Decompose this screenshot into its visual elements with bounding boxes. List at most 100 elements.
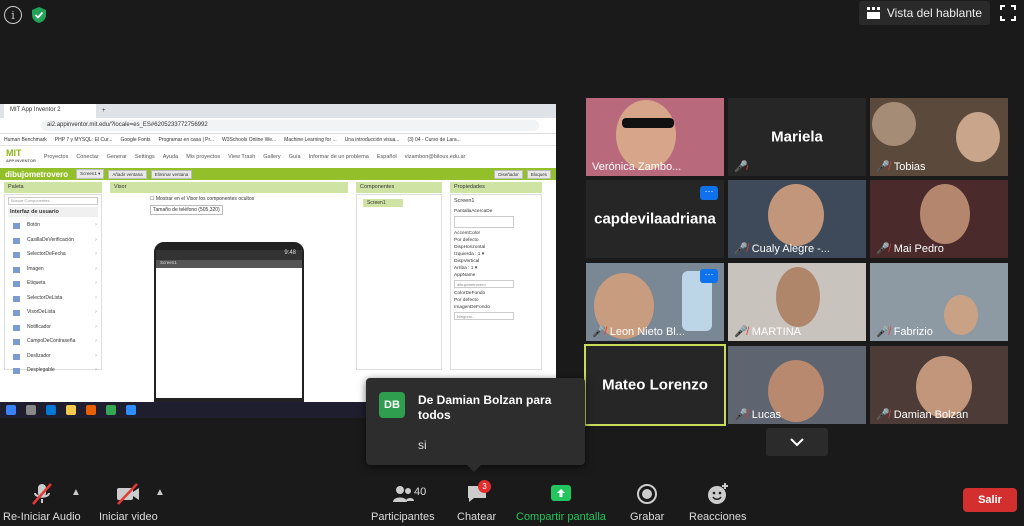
participants-label: Participantes	[371, 511, 435, 523]
share-screen-button[interactable]: Compartir pantalla	[516, 482, 606, 523]
video-options-caret[interactable]: ▲	[155, 487, 165, 498]
palette-category[interactable]: Interfaz de usuario	[8, 207, 98, 217]
edge-icon[interactable]	[46, 405, 56, 415]
participant-tile[interactable]: ··· 🎤̸ Leon Nieto Bl...	[586, 263, 724, 341]
speaker-view-button[interactable]: Vista del hablante	[858, 1, 990, 25]
participant-tile[interactable]: 🎤̸ Tobias	[870, 98, 1008, 176]
participant-tile[interactable]: 🎤̸ Lucas	[728, 346, 866, 424]
audio-button[interactable]: Re-Iniciar Audio	[3, 482, 81, 523]
logo-subtext: APP INVENTOR	[6, 158, 36, 163]
new-tab-icon[interactable]: +	[102, 108, 106, 114]
bookmark[interactable]: (3) 04 - Curso de Lara...	[407, 137, 460, 143]
prop-input[interactable]: Ninguno...	[454, 312, 514, 320]
reload-icon[interactable]: ↻	[30, 122, 35, 129]
palette-item[interactable]: Notificador	[5, 321, 101, 336]
more-options-button[interactable]: ···	[700, 186, 718, 200]
search-icon[interactable]	[26, 405, 36, 415]
prop-value[interactable]: Arriba : 1 ▾	[454, 265, 538, 272]
participant-tile[interactable]: 🎤̸ MARTINA	[728, 263, 866, 341]
participant-tile-active-speaker[interactable]: Mateo Lorenzo	[584, 344, 726, 426]
menu-item[interactable]: Guía	[289, 154, 301, 160]
visor-title: Visor	[110, 182, 348, 193]
blocks-button[interactable]: Bloques	[526, 169, 551, 179]
muted-microphone-icon	[31, 483, 52, 505]
menu-item[interactable]: Español	[377, 154, 397, 160]
bookmark[interactable]: Programar en casa | Pr...	[159, 137, 215, 143]
palette-item[interactable]: Imagen	[5, 263, 101, 278]
bookmark[interactable]: W3Schools Online We...	[222, 137, 276, 143]
palette-item[interactable]: Etiqueta	[5, 277, 101, 292]
components-panel: Screen1	[356, 194, 442, 370]
palette-item[interactable]: Botón	[5, 219, 101, 234]
participant-tile[interactable]: ··· capdevilaadriana	[586, 180, 724, 258]
bookmark[interactable]: PHP 7 y MYSQL: El Cur...	[55, 137, 113, 143]
designer-button[interactable]: Diseñador	[494, 169, 523, 179]
windows-start-icon[interactable]	[6, 405, 16, 415]
component-tree-item[interactable]: Screen1	[363, 199, 403, 207]
more-options-button[interactable]: ···	[700, 269, 718, 283]
reactions-button[interactable]: Reacciones	[689, 482, 746, 523]
back-icon[interactable]: ←	[6, 123, 12, 129]
palette-item[interactable]: Deslizador	[5, 350, 101, 365]
audio-options-caret[interactable]: ▲	[71, 487, 81, 498]
palette-item[interactable]: CasillaDeVerificación	[5, 234, 101, 249]
menu-item[interactable]: Proyectos	[44, 154, 68, 160]
palette-item[interactable]: VisorDeLista	[5, 306, 101, 321]
video-button[interactable]: Iniciar video	[99, 482, 158, 523]
folder-icon[interactable]	[66, 405, 76, 415]
record-button[interactable]: Grabar	[630, 482, 664, 523]
palette-item[interactable]: SelectorDeFecha	[5, 248, 101, 263]
menu-item[interactable]: Gallery	[263, 154, 280, 160]
info-icon[interactable]: i	[4, 6, 22, 24]
prop-value[interactable]: Por defecto	[454, 237, 538, 244]
menu-item[interactable]: Generar	[107, 154, 127, 160]
prop-label: ColorDeFondo	[454, 291, 486, 296]
hidden-components-checkbox[interactable]: ☐ Mostrar en el Visor los componentes oc…	[150, 196, 254, 202]
forward-icon[interactable]: →	[18, 123, 24, 129]
bookmark[interactable]: Una introducción visua...	[345, 137, 400, 143]
leave-meeting-button[interactable]: Salir	[963, 488, 1017, 512]
firefox-icon[interactable]	[86, 405, 96, 415]
remove-screen-button[interactable]: Eliminar ventana	[150, 169, 193, 179]
url-input[interactable]: ai2.appinventor.mit.edu/?locale=es_ES#62…	[41, 120, 539, 131]
menu-item[interactable]: Settings	[135, 154, 155, 160]
participant-name-text: Leon Nieto Bl...	[609, 325, 685, 338]
participant-tile[interactable]: 🎤̸ Fabrizio	[870, 263, 1008, 341]
menu-item[interactable]: View Trash	[228, 154, 255, 160]
star-icon[interactable]: ☆	[545, 122, 550, 129]
menu-item[interactable]: Conectar	[76, 154, 98, 160]
palette-item[interactable]: SelectorDeLista	[5, 292, 101, 307]
participant-tile[interactable]: 🎤̸ Damian Bolzan	[870, 346, 1008, 424]
prop-input[interactable]: dibujometrovero	[454, 280, 514, 288]
bookmark[interactable]: Machine Learning for ...	[284, 137, 337, 143]
menu-item[interactable]: Mis proyectos	[186, 154, 220, 160]
bookmark[interactable]: Google Fonts	[121, 137, 151, 143]
browser-tab[interactable]: MIT App Inventor 2	[4, 104, 96, 118]
palette-item[interactable]: CampoDeContraseña	[5, 335, 101, 350]
menu-item[interactable]: Ayuda	[163, 154, 179, 160]
chrome-icon[interactable]	[106, 405, 116, 415]
zoom-icon[interactable]	[126, 405, 136, 415]
fullscreen-icon[interactable]	[1000, 5, 1016, 21]
prop-value[interactable]: Izquierda : 1 ▾	[454, 251, 538, 258]
phone-screen[interactable]	[156, 268, 302, 398]
palette-item[interactable]: Desplegable	[5, 364, 101, 379]
menu-item[interactable]: vizambon@biloux.edu.ar	[405, 154, 466, 160]
menu-item[interactable]: Informar de un problema	[309, 154, 369, 160]
phone-size-select[interactable]: Tamaño de teléfono (505,320)	[150, 205, 223, 215]
participant-tile[interactable]: Verónica Zambo...	[586, 98, 724, 176]
prop-value[interactable]: Por defecto	[454, 297, 538, 304]
video-off-icon	[117, 483, 140, 505]
prop-input[interactable]	[454, 216, 514, 228]
participant-tile[interactable]: 🎤̸ Cualy Alegre -...	[728, 180, 866, 258]
add-screen-button[interactable]: Añadir ventana	[108, 169, 147, 179]
gallery-scroll-down-button[interactable]	[766, 428, 828, 456]
chat-notification-popup[interactable]: DB De Damian Bolzan para todos si	[366, 378, 585, 472]
palette-search-input[interactable]: Buscar Componentes	[8, 197, 98, 205]
screen-select[interactable]: Screen1 ▾	[76, 169, 105, 179]
muted-mic-icon: 🎤̸	[876, 326, 890, 338]
bookmark[interactable]: Human Benchmark	[4, 137, 47, 143]
participant-tile[interactable]: Mariela 🎤̸	[728, 98, 866, 176]
participant-tile[interactable]: 🎤̸ Mai Pedro	[870, 180, 1008, 258]
security-shield-icon[interactable]	[30, 6, 48, 24]
